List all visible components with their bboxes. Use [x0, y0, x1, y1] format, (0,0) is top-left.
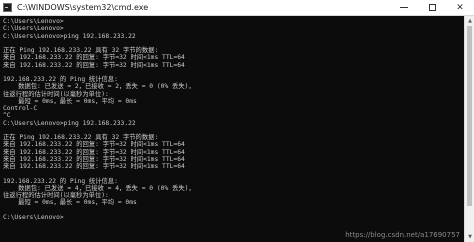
console-line: 往返行程的估计时间(以毫秒为单位): — [3, 90, 109, 98]
cmd-window: C:\WINDOWS\system32\cmd.exe ✕ C:\Users\L… — [0, 0, 474, 242]
console-line: C:\Users\Lenovo> — [3, 25, 64, 33]
console-line: 数据包: 已发送 = 2，已接收 = 2，丢失 = 0 (0% 丢失)， — [3, 83, 195, 91]
console-line: 最短 = 0ms，最长 = 0ms，平均 = 0ms — [3, 97, 137, 105]
watermark: https://blog.csdn.net/a17690757 — [345, 231, 460, 239]
close-icon: ✕ — [456, 2, 464, 13]
scroll-up-button[interactable]: ▲ — [466, 17, 474, 25]
scroll-down-arrow-icon: ▼ — [468, 234, 472, 240]
minimize-icon — [400, 7, 408, 8]
console-line: 最短 = 0ms，最长 = 0ms，平均 = 0ms — [3, 199, 137, 207]
title-bar[interactable]: C:\WINDOWS\system32\cmd.exe ✕ — [0, 0, 474, 16]
window-title: C:\WINDOWS\system32\cmd.exe — [17, 3, 149, 12]
minimize-button[interactable] — [390, 0, 418, 15]
console-line: 来自 192.168.233.22 的回复: 字节=32 时间<1ms TTL=… — [3, 61, 185, 69]
vertical-scrollbar[interactable]: ▲ ▼ — [464, 16, 474, 242]
maximize-button[interactable] — [418, 0, 446, 15]
console-icon — [3, 3, 12, 12]
console-line: C:\Users\Lenovo>ping 192.168.233.22 — [3, 32, 136, 40]
scroll-thumb[interactable] — [467, 26, 472, 206]
maximize-icon — [428, 4, 436, 11]
console-line: ^C — [3, 112, 11, 120]
console-line: 来自 192.168.233.22 的回复: 字节=32 时间<1ms TTL=… — [3, 141, 185, 149]
console-line: 数据包: 已发送 = 4，已接收 = 4，丢失 = 0 (0% 丢失)， — [3, 184, 195, 192]
scroll-down-button[interactable]: ▼ — [466, 233, 474, 241]
console-line: 192.168.233.22 的 Ping 统计信息: — [3, 177, 118, 185]
console-line: 来自 192.168.233.22 的回复: 字节=32 时间<1ms TTL=… — [3, 148, 185, 156]
console-output-area[interactable]: C:\Users\Lenovo> C:\Users\Lenovo> C:\Users… — [0, 16, 464, 242]
close-button[interactable]: ✕ — [446, 0, 474, 15]
console-line: C:\Users\Lenovo>ping 192.168.233.22 — [3, 119, 136, 127]
console-lines: C:\Users\Lenovo> C:\Users\Lenovo> C:\Users… — [3, 18, 195, 221]
console-line: 来自 192.168.233.22 的回复: 字节=32 时间<1ms TTL=… — [3, 155, 185, 163]
console-line: 来自 192.168.233.22 的回复: 字节=32 时间<1ms TTL=… — [3, 163, 185, 170]
console-line: C:\Users\Lenovo> — [3, 18, 64, 25]
console-line: Control-C — [3, 105, 38, 112]
scroll-up-arrow-icon: ▲ — [468, 18, 472, 24]
console-line: 来自 192.168.233.22 的回复: 字节=32 时间<1ms TTL=… — [3, 54, 185, 62]
console-line: C:\Users\Lenovo> — [3, 213, 64, 221]
